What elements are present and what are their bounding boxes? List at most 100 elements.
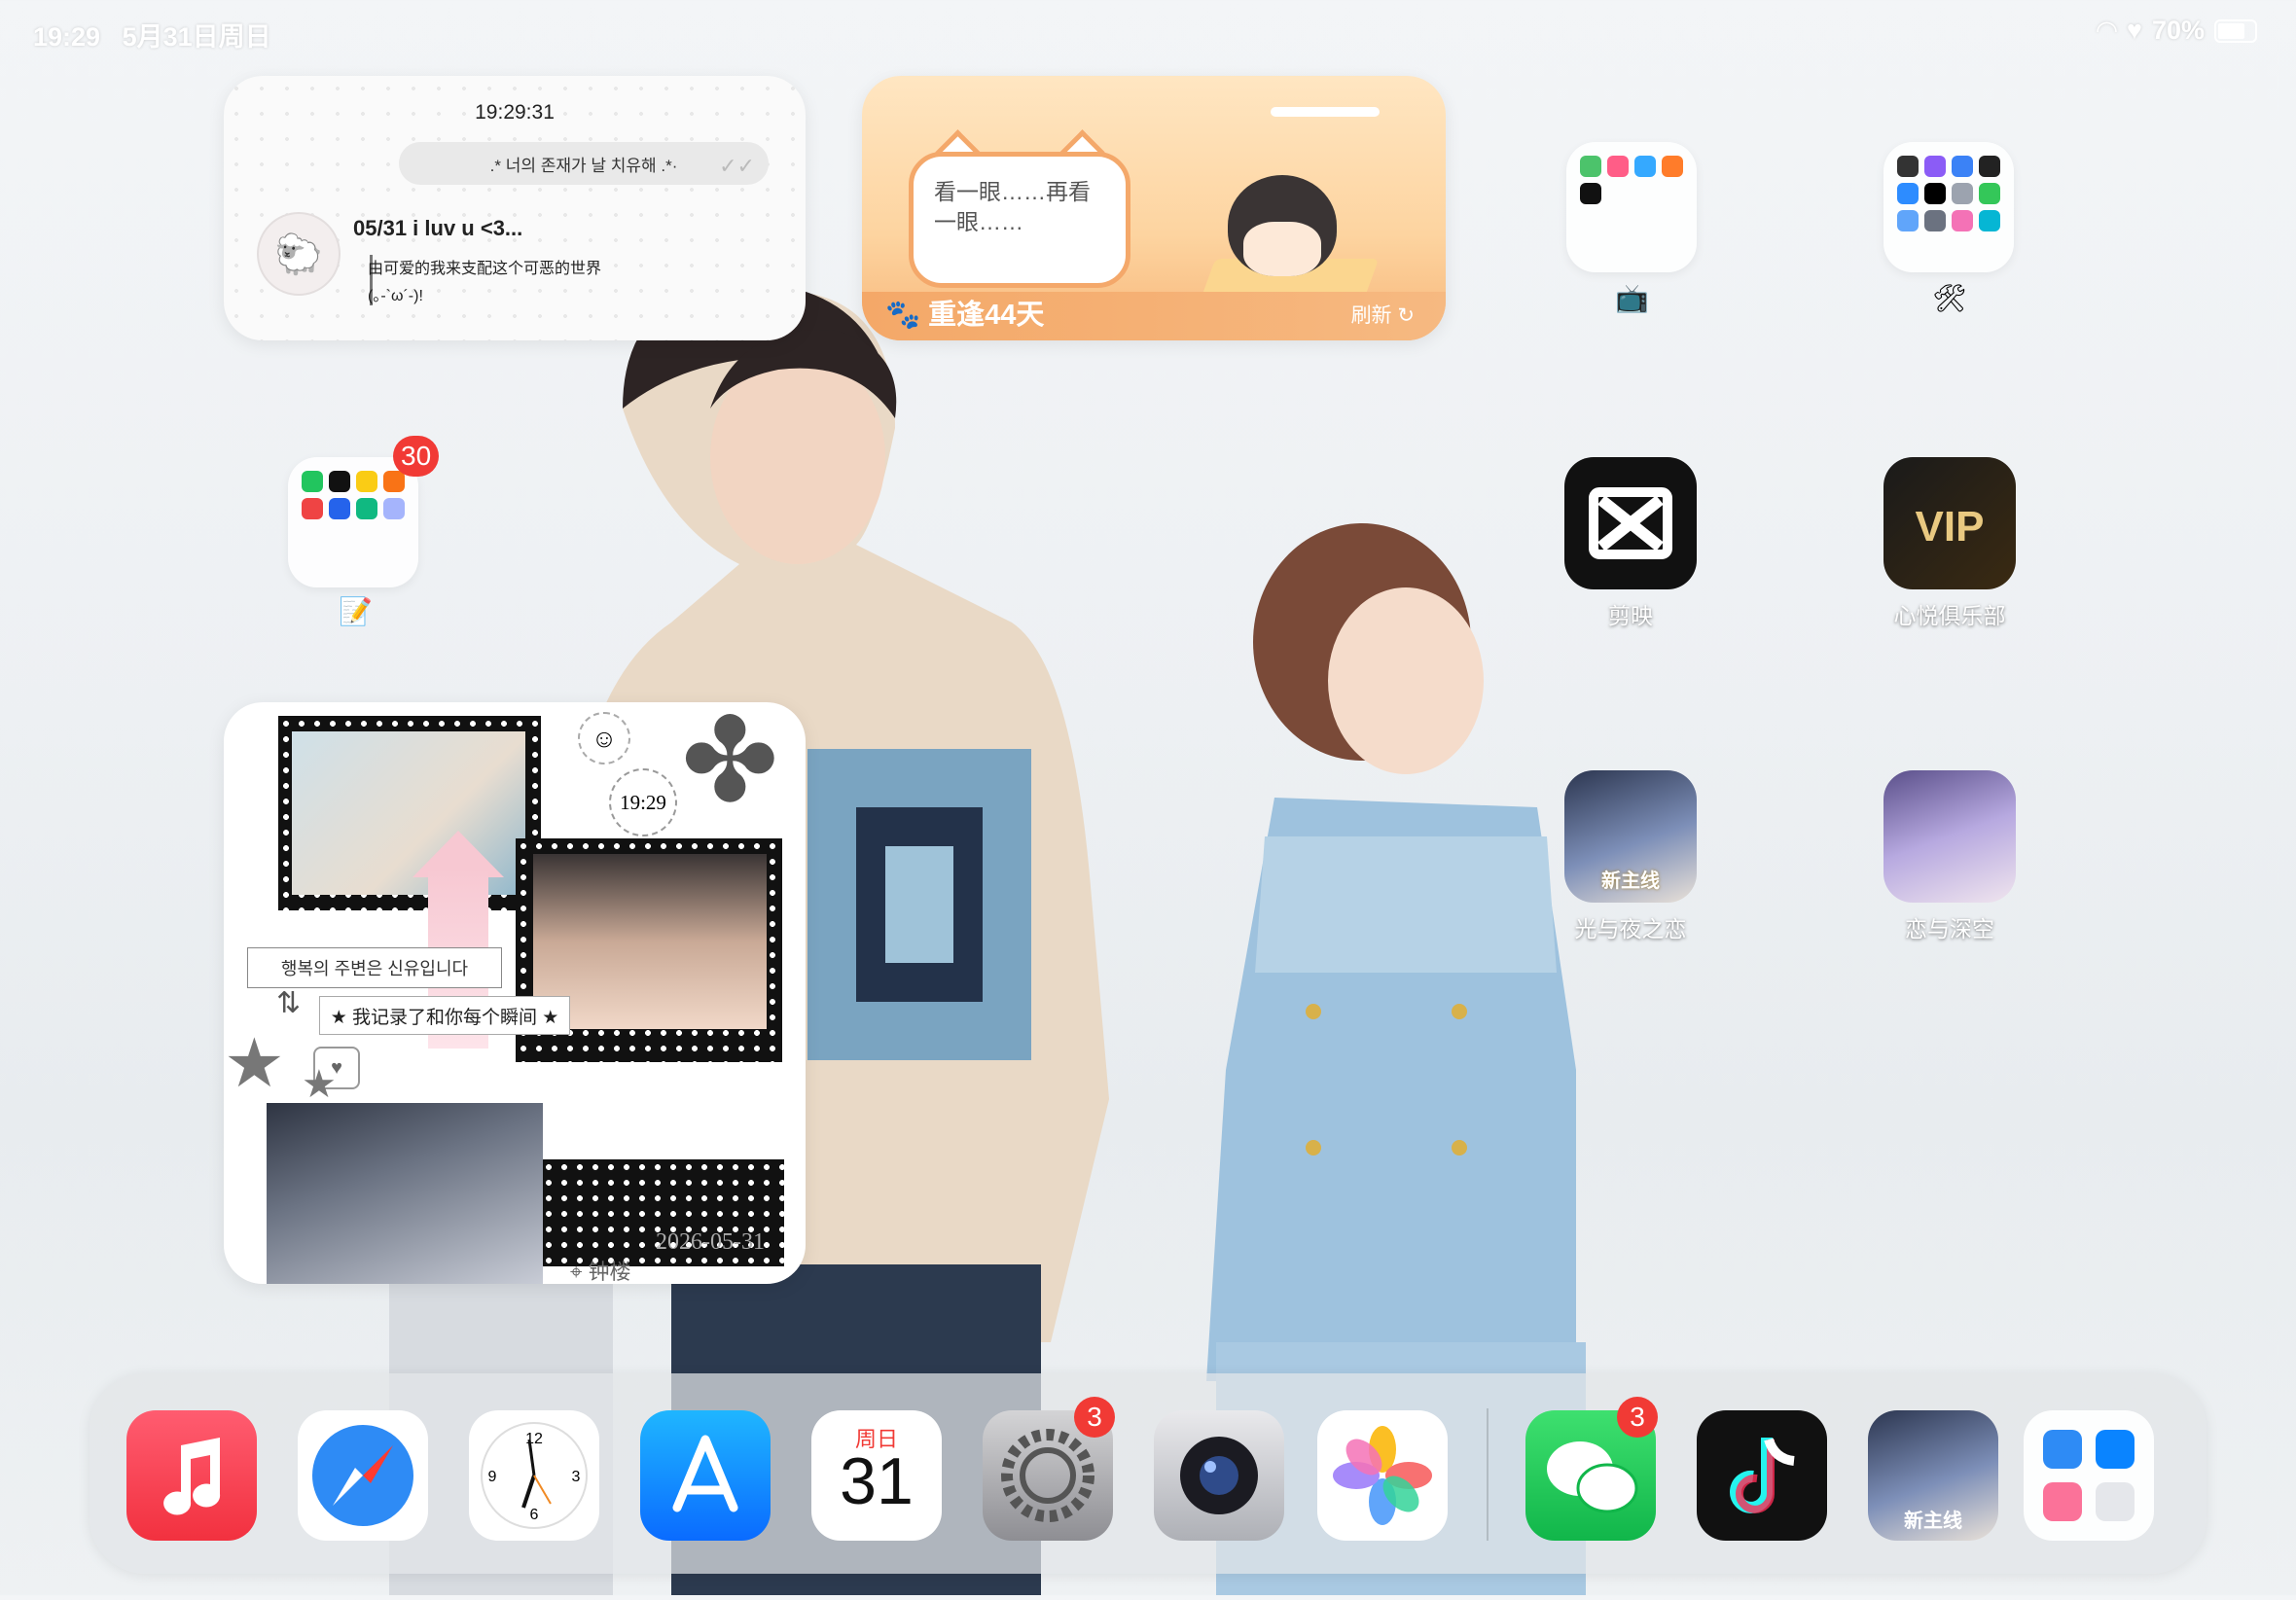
app-mini-icon [302,498,323,519]
notification-badge: 30 [393,436,440,477]
folder-grid [1580,156,1683,204]
tools-icon: 🛠 [1932,283,1967,313]
id-card-text: IDENTIFICATION CARD OF SHINYU [539,1064,761,1078]
vip-club-app-icon[interactable]: VIP [1883,457,2016,589]
folder-media[interactable] [1566,142,1697,272]
chat-bubble: .* 너의 존재가 날 치유해 .*· [399,142,769,185]
wechat-badge: 3 [1617,1397,1658,1438]
app-mini-icon [356,471,377,492]
calendar-app-icon[interactable]: 周日 31 [811,1410,942,1541]
love-and-deepspace-label: 恋与深空 [1905,916,1994,942]
photo-collage-widget[interactable]: ☺ 19:29 ✤ IDENTIFICATION CARD OF SHINYU … [224,702,806,1284]
status-date: 5月31日周日 [122,22,271,52]
folder-social[interactable] [288,457,418,587]
app-mini-icon [302,471,323,492]
svg-text:VIP: VIP [1916,503,1985,551]
capcut-app-icon[interactable] [1564,457,1697,589]
korean-tag: 행복의 주변은 신유입니다 [247,947,502,988]
tv-icon: 📺 [1615,283,1649,313]
record-tag: ★ 我记录了和你每个瞬间 ★ [319,996,570,1035]
dock-separator [1487,1408,1489,1541]
location-label: ⌖ 钟楼 [570,1255,631,1284]
dock: 12 3 6 9 周日 31 3 3 新主线 [90,1373,2206,1574]
app-mini-icon [1897,156,1919,177]
clover-icon: ✤ [681,702,779,826]
photos-flower-icon [1333,1426,1432,1525]
capcut-label: 剪映 [1608,603,1653,628]
app-mini-icon [1952,156,1973,177]
capcut-logo-icon [1589,487,1672,559]
app-mini-icon [1897,183,1919,204]
star-icon: ★ [302,1063,337,1106]
pet-speech: 看一眼……再看一眼…… [934,179,1091,234]
music-note-icon [163,1438,221,1515]
plaid-shirt-photo [267,1103,543,1284]
status-right: ◠ ♥ 70% [2097,16,2257,46]
clock-app-icon[interactable]: 12 3 6 9 [469,1410,599,1541]
app-mini-icon [1952,183,1973,204]
new-line-ribbon: 新主线 [1904,1511,1962,1532]
love-and-deepspace-app-icon[interactable] [1883,770,2016,903]
app-mini-icon [1580,156,1601,177]
bilibili-mini-icon [2043,1482,2082,1521]
days-counter: 🐾 重逢44天 [885,300,1045,331]
tiktok-note-icon [1730,1438,1795,1513]
pet-widget[interactable]: 看一眼……再看一眼…… 🐾 重逢44天 刷新 ↻ [862,76,1446,340]
camera-lens-icon [1180,1437,1258,1514]
location-text: 钟楼 [588,1260,631,1284]
app-mini-icon [1607,156,1629,177]
collage-clock: 19:29 [609,768,677,836]
app-mini-icon [356,498,377,519]
light-and-night-app-icon[interactable]: 新主线 [1564,770,1697,903]
wifi-icon: ◠ [2097,16,2117,45]
app-mini-icon [383,498,405,519]
analog-clock-icon: 12 3 6 9 [481,1422,588,1529]
app-store-icon[interactable] [640,1410,771,1541]
camera-app-icon[interactable] [1154,1410,1284,1541]
new-line-ribbon: 新主线 [1601,871,1660,892]
svg-text:3: 3 [572,1469,581,1485]
app-mini-icon [1897,210,1919,231]
folder-grid [302,471,405,519]
chat-message-emoticon: (｡-`ω´-)! [368,288,423,304]
memo-icon: 📝 [339,596,373,626]
app-store-a-icon [672,1435,738,1512]
app-mini-icon [329,471,350,492]
battery-icon [2214,18,2257,43]
chat-widget[interactable]: 19:29:31 .* 너의 존재가 날 치유해 .*· ✓✓ 🐑 05/31 … [224,76,806,340]
safari-app-icon[interactable] [298,1410,428,1541]
refresh-button[interactable]: 刷新 ↻ [1351,300,1415,329]
app-mini-icon [383,471,405,492]
light-and-night-dock-icon[interactable]: 新主线 [1868,1410,1998,1541]
heart-icon: ♥ [2126,16,2142,45]
photos-app-icon[interactable] [1317,1410,1448,1541]
safari-mini-icon [2043,1430,2082,1469]
battery-percent: 70% [2151,16,2205,45]
app-mini-icon [1924,210,1946,231]
app-mini-icon [1952,210,1973,231]
chibi-face [1243,222,1321,276]
folder-grid [1897,156,2000,231]
double-check-icon: ✓✓ [719,154,755,178]
collage-date: 2026-05-31 [656,1229,765,1255]
smile-emoji-icon: ☺ [578,712,630,764]
app-mini-icon [1634,156,1656,177]
app-mini-icon [1979,183,2000,204]
light-and-night-label: 光与夜之恋 [1574,916,1687,942]
swap-arrows-icon: ⇅ [276,987,302,1019]
music-app-icon[interactable] [126,1410,257,1541]
dock-folder[interactable] [2024,1410,2154,1541]
star-icon: ★ [224,1025,285,1101]
app-mini-icon [1979,210,2000,231]
svg-text:9: 9 [488,1469,497,1485]
folder-utilities[interactable] [1883,142,2014,272]
app-store-mini-icon [2096,1430,2135,1469]
svg-text:6: 6 [530,1507,539,1523]
status-time-date: 19:29 5月31日周日 [33,16,271,53]
app-mini-icon [1924,156,1946,177]
svg-text:12: 12 [525,1431,543,1447]
app-mini-icon [1580,183,1601,204]
calendar-day: 31 [840,1444,914,1518]
douyin-app-icon[interactable] [1697,1410,1827,1541]
settings-badge: 3 [1074,1397,1115,1438]
